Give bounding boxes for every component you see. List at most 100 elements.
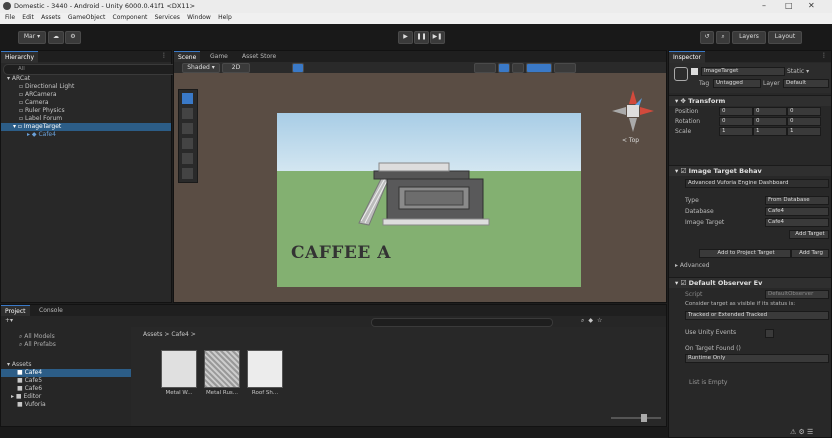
scene-visibility-icon[interactable]: [512, 63, 524, 73]
object-name-input[interactable]: ImageTarget: [701, 67, 785, 76]
project-breadcrumb[interactable]: Assets > Cafe4 >: [143, 331, 196, 338]
tag-dropdown[interactable]: Untagged: [713, 79, 761, 88]
menu-gameobject[interactable]: GameObject: [68, 14, 105, 21]
image-target-header[interactable]: ▾ ☑ Image Target Behav: [669, 165, 831, 176]
add-asset-icon[interactable]: +▾: [5, 317, 13, 324]
folder-vuforia[interactable]: ■ Vuforia: [1, 401, 131, 409]
position-y-field[interactable]: 0: [753, 107, 787, 116]
image-target-dropdown[interactable]: Cafe4: [765, 218, 829, 227]
hierarchy-item-arcamera[interactable]: ▫ ARCamera: [1, 91, 171, 99]
hierarchy-item-label-forum[interactable]: ▫ Label Forum: [1, 115, 171, 123]
material-thumbnail-metal-w[interactable]: [161, 350, 197, 388]
scene-camera-icon[interactable]: [498, 63, 510, 73]
menu-file[interactable]: File: [5, 14, 15, 21]
search-icon[interactable]: ⌕: [716, 31, 730, 44]
active-checkbox[interactable]: [691, 68, 698, 75]
menu-services[interactable]: Services: [155, 14, 180, 21]
material-thumbnail-roof-sh[interactable]: [247, 350, 283, 388]
inspector-menu-icon[interactable]: ⋮: [821, 52, 827, 59]
rect-tool-icon[interactable]: [182, 153, 193, 164]
projection-label[interactable]: < Top: [622, 137, 639, 144]
layers-dropdown[interactable]: Layers: [732, 31, 766, 44]
minimize-button[interactable]: –: [762, 1, 766, 10]
close-button[interactable]: ✕: [808, 1, 815, 10]
tab-game[interactable]: Game: [206, 51, 232, 62]
hand-tool-icon[interactable]: [182, 93, 193, 104]
thumbnail-size-slider[interactable]: [611, 417, 661, 419]
maximize-button[interactable]: □: [785, 1, 793, 10]
scene-options-icon[interactable]: [554, 63, 576, 73]
favorite-all-models[interactable]: ⌕ All Models: [1, 333, 131, 341]
scale-y-field[interactable]: 1: [753, 127, 787, 136]
rotation-x-field[interactable]: 0: [719, 117, 753, 126]
scale-tool-icon[interactable]: [182, 138, 193, 149]
folder-cafe5[interactable]: ■ Cafe5: [1, 377, 131, 385]
folder-editor[interactable]: ▸ ■ Editor: [1, 393, 131, 401]
lighting-toggle[interactable]: [292, 63, 304, 73]
tab-inspector[interactable]: Inspector: [669, 51, 705, 63]
folder-cafe6[interactable]: ■ Cafe6: [1, 385, 131, 393]
layer-dropdown[interactable]: Default: [783, 79, 829, 88]
shading-dropdown[interactable]: Shaded ▾: [182, 63, 220, 73]
database-dropdown[interactable]: Cafe4: [765, 207, 829, 216]
status-icons[interactable]: ⚠ ⚙ ☰: [790, 428, 813, 436]
rotation-z-field[interactable]: 0: [787, 117, 821, 126]
account-button[interactable]: Mar ▾: [18, 31, 46, 44]
hierarchy-search-input[interactable]: All: [3, 64, 179, 75]
hierarchy-item-imagetarget[interactable]: ▾ ▫ ImageTarget: [1, 123, 171, 131]
add-to-project-button[interactable]: Add to Project Target: [699, 249, 791, 258]
tab-asset-store[interactable]: Asset Store: [238, 51, 280, 62]
vuforia-dashboard-link[interactable]: Advanced Vuforia Engine Dashboard: [685, 179, 829, 188]
gizmos-dropdown[interactable]: [474, 63, 496, 73]
thumbnail-size-handle[interactable]: [641, 414, 647, 422]
transform-tool-icon[interactable]: [182, 168, 193, 179]
hierarchy-item-ruler-physics[interactable]: ▫ Ruler Physics: [1, 107, 171, 115]
assets-root-folder[interactable]: ▾ Assets: [1, 361, 131, 369]
scene-viewport[interactable]: CAFFEE A < Top: [174, 73, 666, 302]
favorite-all-prefabs[interactable]: ⌕ All Prefabs: [1, 341, 131, 349]
history-icon[interactable]: ↺: [700, 31, 714, 44]
menu-assets[interactable]: Assets: [41, 14, 61, 21]
layout-dropdown[interactable]: Layout: [768, 31, 802, 44]
folder-cafe4[interactable]: ■ Cafe4: [1, 369, 131, 377]
pause-button[interactable]: ❚❚: [414, 31, 429, 44]
scene-tools-icon[interactable]: [526, 63, 552, 73]
position-z-field[interactable]: 0: [787, 107, 821, 116]
hierarchy-item-directional-light[interactable]: ▫ Directional Light: [1, 83, 171, 91]
add-target-secondary-button[interactable]: Add Targ: [791, 249, 829, 258]
menu-component[interactable]: Component: [113, 14, 148, 21]
observer-header[interactable]: ▾ ☑ Default Observer Ev: [669, 277, 831, 288]
2d-toggle[interactable]: 2D: [222, 63, 250, 73]
static-dropdown[interactable]: Static ▾: [787, 68, 809, 75]
hierarchy-item-arcat[interactable]: ▾ ARCat: [1, 75, 171, 83]
scale-z-field[interactable]: 1: [787, 127, 821, 136]
project-search-input[interactable]: [371, 318, 553, 327]
position-x-field[interactable]: 0: [719, 107, 753, 116]
tab-hierarchy[interactable]: Hierarchy: [1, 51, 39, 63]
project-filter-icons[interactable]: ⌕◆☆: [581, 317, 606, 325]
menu-edit[interactable]: Edit: [22, 14, 34, 21]
menu-window[interactable]: Window: [187, 14, 211, 21]
step-button[interactable]: ▶❚: [430, 31, 445, 44]
runtime-only-dropdown[interactable]: Runtime Only: [685, 354, 829, 363]
collab-icon[interactable]: ⚙: [65, 31, 81, 44]
add-target-button[interactable]: Add Target: [789, 230, 829, 239]
play-button[interactable]: ▶: [398, 31, 413, 44]
cloud-icon[interactable]: ☁: [48, 31, 64, 44]
rotation-y-field[interactable]: 0: [753, 117, 787, 126]
type-dropdown[interactable]: From Database: [765, 196, 829, 205]
advanced-foldout[interactable]: ▸ Advanced: [675, 262, 710, 269]
material-thumbnail-metal-rus[interactable]: [204, 350, 240, 388]
consider-dropdown[interactable]: Tracked or Extended Tracked: [685, 311, 829, 320]
use-unity-events-checkbox[interactable]: [765, 329, 774, 338]
move-tool-icon[interactable]: [182, 108, 193, 119]
transform-header[interactable]: ▾ ✥ Transform: [669, 95, 831, 106]
hierarchy-item-cafe4[interactable]: ▸ ◆ Cafe4: [1, 131, 171, 139]
panel-menu-icon[interactable]: ⋮: [161, 52, 167, 59]
hierarchy-item-camera[interactable]: ▫ Camera: [1, 99, 171, 107]
orientation-gizmo-icon[interactable]: [610, 88, 656, 134]
tab-console[interactable]: Console: [35, 305, 67, 316]
rotate-tool-icon[interactable]: [182, 123, 193, 134]
scale-x-field[interactable]: 1: [719, 127, 753, 136]
menu-help[interactable]: Help: [218, 14, 232, 21]
